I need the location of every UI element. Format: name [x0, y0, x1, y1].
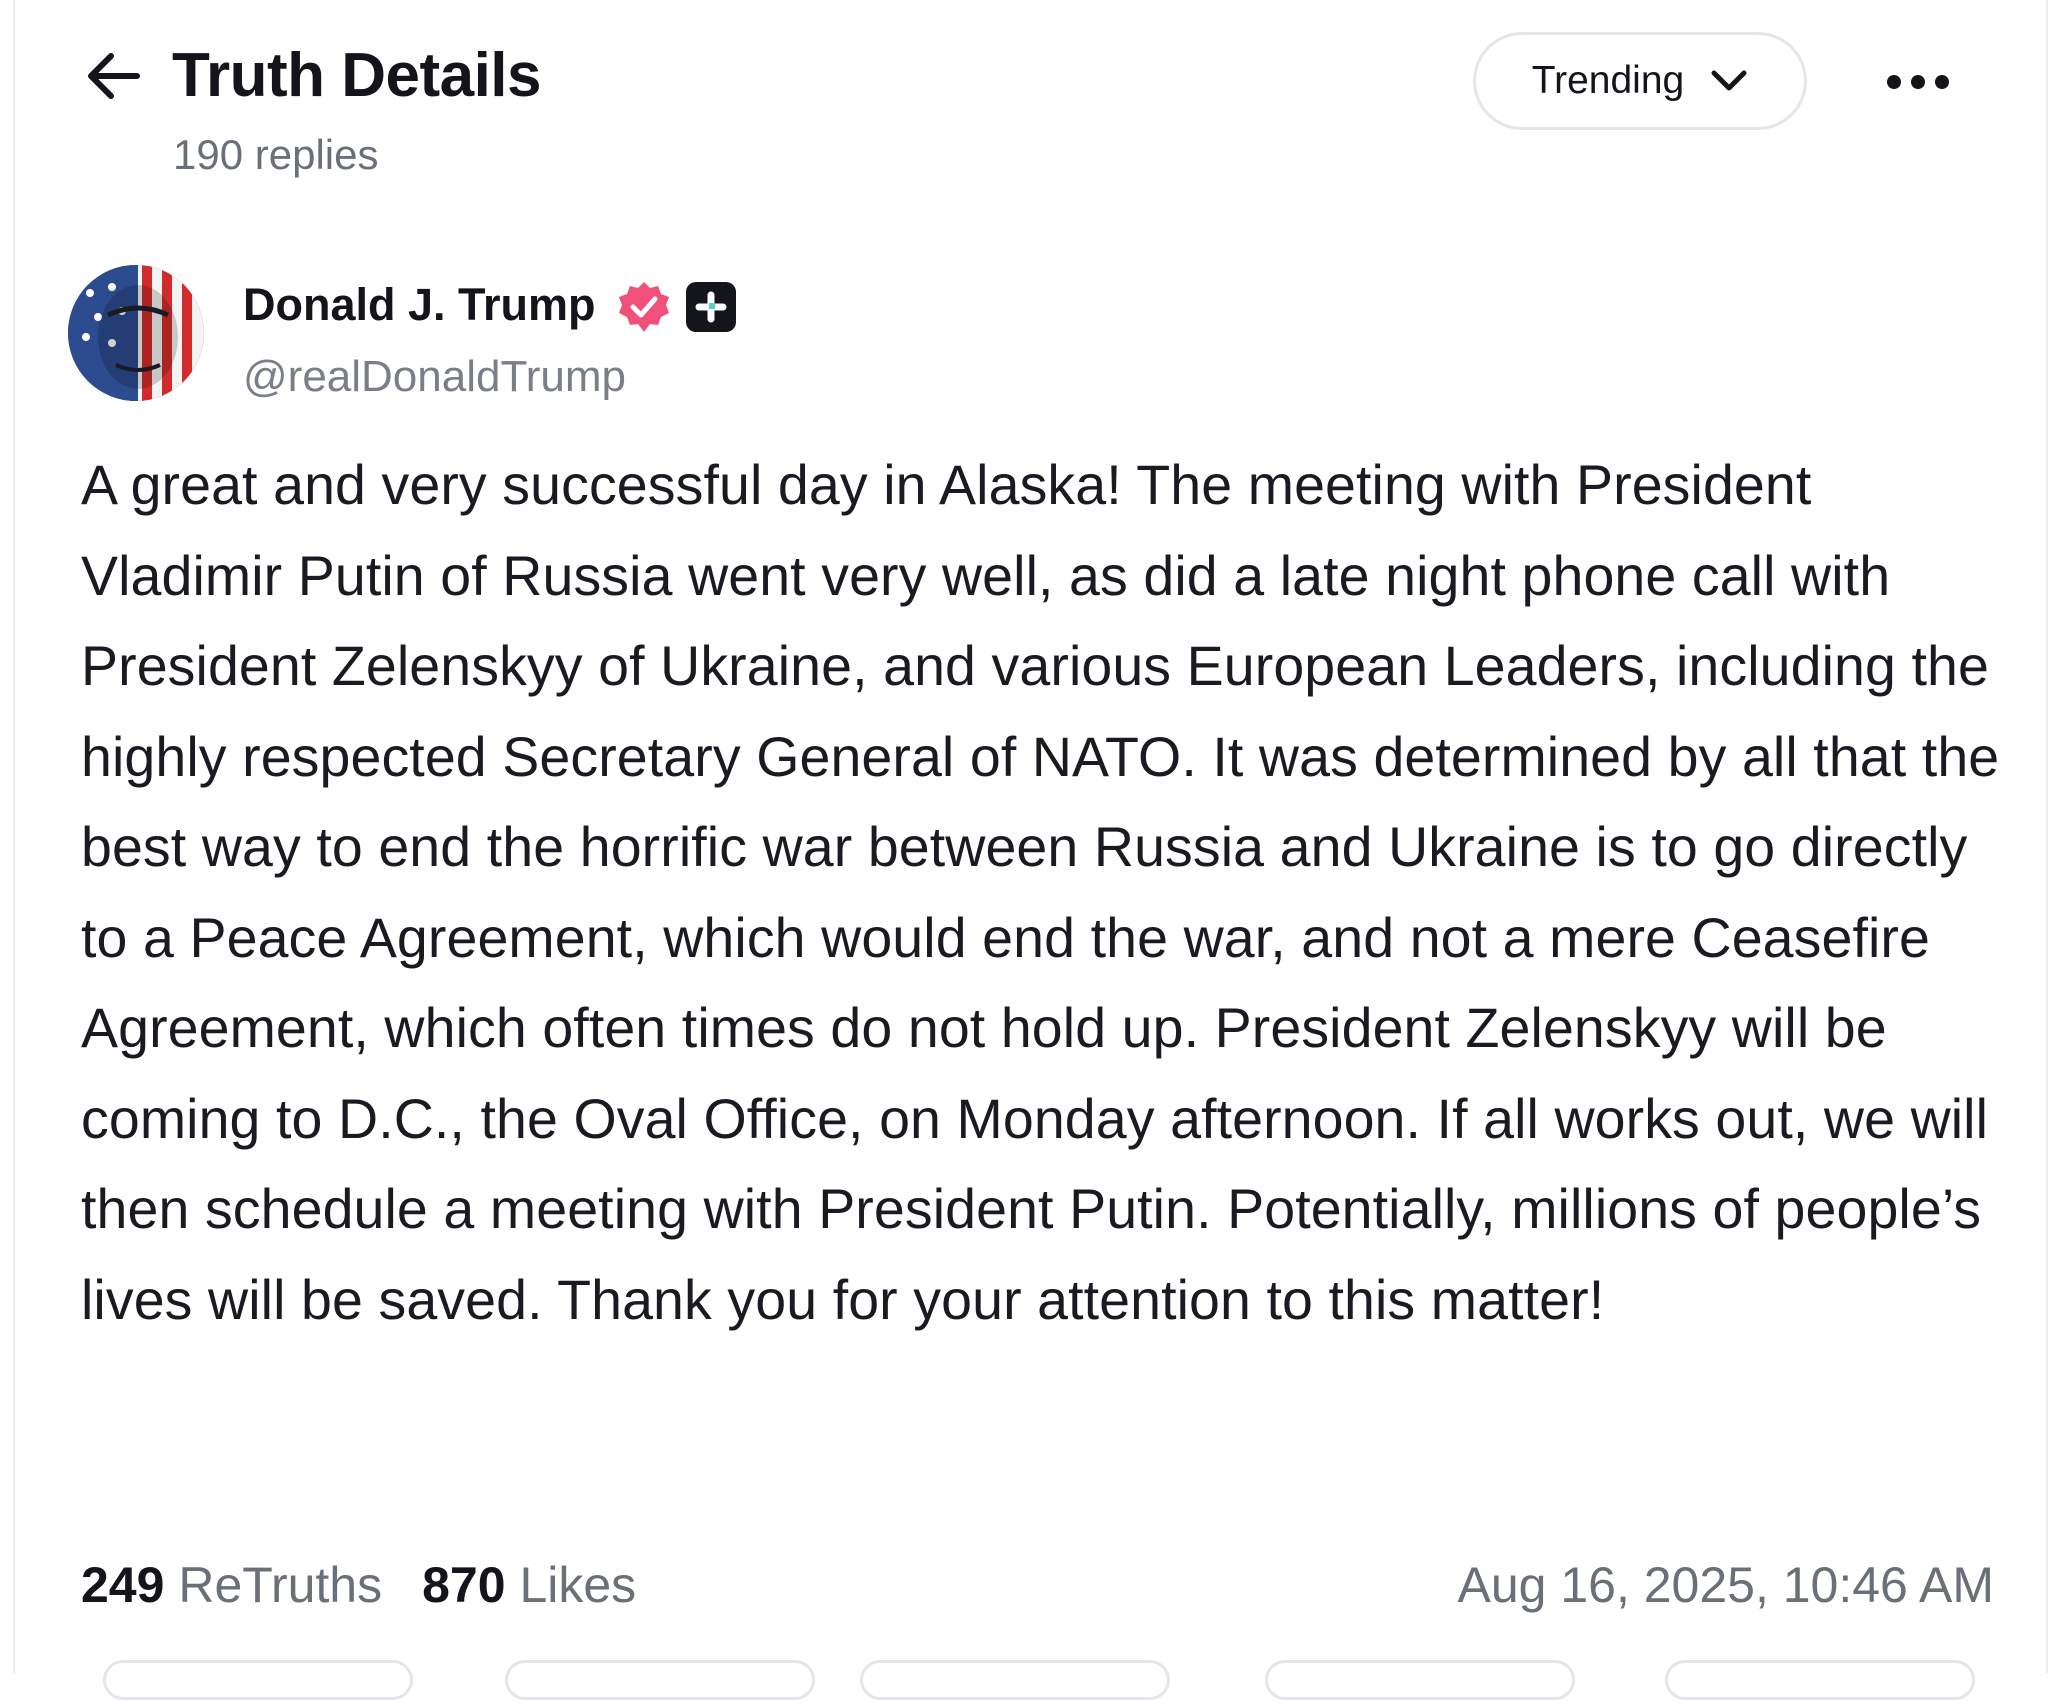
truth-details-page: Truth Details 190 replies Trending Donal…: [13, 0, 2048, 1700]
avatar-image: [68, 265, 204, 401]
page-title: Truth Details: [172, 41, 542, 110]
reply-action-button[interactable]: [103, 1660, 413, 1700]
reply-count: 190 replies: [173, 131, 379, 178]
sort-label: Trending: [1531, 59, 1685, 102]
sort-dropdown[interactable]: Trending: [1473, 32, 1807, 130]
post-stats: 249 ReTruths 870 Likes: [81, 1550, 636, 1620]
likes-count: 870: [422, 1557, 506, 1613]
post-timestamp: Aug 16, 2025, 10:46 AM: [1457, 1557, 1994, 1613]
retruths-label: ReTruths: [178, 1557, 383, 1613]
retruths-stat[interactable]: 249 ReTruths: [81, 1550, 382, 1620]
action-bar: [15, 1660, 2046, 1700]
more-options-button[interactable]: [1875, 42, 1961, 122]
plus-square-icon: [686, 282, 736, 332]
chevron-down-icon: [1711, 70, 1747, 91]
verified-badge-icon: [619, 282, 669, 332]
avatar[interactable]: [68, 265, 204, 401]
header: Truth Details 190 replies Trending: [15, 0, 2046, 200]
like-action-button[interactable]: [860, 1660, 1170, 1700]
retruths-count: 249: [81, 1557, 165, 1613]
author-name[interactable]: Donald J. Trump: [243, 275, 596, 335]
more-action-button[interactable]: [1665, 1660, 1975, 1700]
author-handle[interactable]: @realDonaldTrump: [243, 347, 626, 407]
back-button[interactable]: [75, 38, 151, 114]
more-horizontal-icon: [1887, 75, 1949, 89]
post-text: A great and very successful day in Alask…: [81, 454, 2000, 1331]
retruth-action-button[interactable]: [505, 1660, 815, 1700]
likes-stat[interactable]: 870 Likes: [422, 1550, 636, 1620]
share-action-button[interactable]: [1265, 1660, 1575, 1700]
likes-label: Likes: [519, 1557, 637, 1613]
arrow-left-icon: [88, 53, 140, 99]
